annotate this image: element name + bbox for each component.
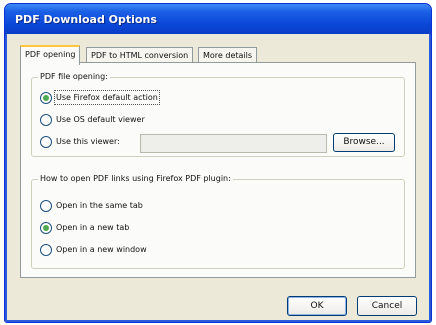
tab-panel: PDF file opening: Use Firefox default ac… (20, 62, 416, 278)
pdf-link-opening-group: How to open PDF links using Firefox PDF … (31, 174, 405, 269)
group-legend: PDF file opening: (38, 72, 110, 81)
radio-button[interactable] (40, 92, 52, 104)
radio-button[interactable] (40, 200, 52, 212)
option-label: Use this viewer: (56, 137, 120, 146)
window-title: PDF Download Options (15, 13, 157, 26)
tab-pdf-to-html[interactable]: PDF to HTML conversion (86, 47, 194, 63)
title-bar[interactable]: PDF Download Options (5, 4, 431, 34)
group-legend: How to open PDF links using Firefox PDF … (38, 174, 233, 183)
option-label: Open in the same tab (56, 201, 143, 210)
tab-label: More details (203, 51, 253, 60)
pdf-file-opening-group: PDF file opening: Use Firefox default ac… (31, 72, 405, 157)
tab-pdf-opening[interactable]: PDF opening (20, 45, 81, 65)
radio-button[interactable] (40, 244, 52, 256)
ok-button[interactable]: OK (287, 296, 347, 316)
radio-button[interactable] (40, 114, 52, 126)
tab-more-details[interactable]: More details (198, 47, 258, 63)
option-label: Open in a new window (56, 245, 147, 254)
dialog-window: PDF Download Options PDF opening PDF to … (4, 3, 432, 323)
tab-label: PDF opening (25, 50, 76, 59)
radio-button[interactable] (40, 136, 52, 148)
dialog-body: PDF opening PDF to HTML conversion More … (8, 34, 428, 319)
browse-button[interactable]: Browse... (333, 133, 395, 152)
option-label: Open in a new tab (56, 223, 130, 232)
cancel-button[interactable]: Cancel (357, 296, 417, 316)
radio-button[interactable] (40, 222, 52, 234)
tab-label: PDF to HTML conversion (91, 51, 189, 60)
viewer-path-input[interactable] (140, 134, 327, 153)
option-label: Use OS default viewer (56, 115, 145, 124)
option-label: Use Firefox default action (54, 90, 160, 105)
